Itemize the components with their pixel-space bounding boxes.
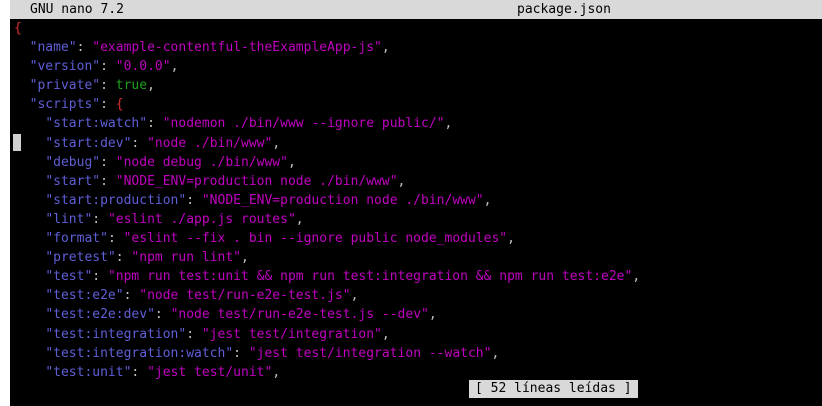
code-line: "pretest": "npm run lint", bbox=[45, 250, 249, 266]
json-value: "npm run lint" bbox=[131, 250, 241, 266]
code-line: "test:unit": "jest test/unit", bbox=[45, 364, 281, 380]
json-key: "start:production" bbox=[45, 192, 187, 208]
code-line: "format": "eslint --fix . bin --ignore p… bbox=[45, 231, 515, 247]
json-value: "node test/run-e2e-test.js" bbox=[139, 288, 351, 304]
code-line: { bbox=[10, 19, 822, 38]
code-line: "test": "npm run test:unit && npm run te… bbox=[45, 269, 641, 285]
shortcut-item[interactable] bbox=[398, 400, 416, 406]
code-line: "test:integration": "jest test/integrati… bbox=[45, 326, 390, 342]
json-key: "name" bbox=[29, 40, 77, 56]
json-key: "start" bbox=[45, 173, 101, 189]
json-key: "version" bbox=[29, 59, 101, 75]
code-line: "scripts": { bbox=[29, 97, 124, 113]
json-key: "test" bbox=[45, 269, 93, 285]
shortcut-item[interactable] bbox=[658, 400, 676, 406]
json-key: "private" bbox=[29, 78, 101, 94]
json-value: "node ./bin/www" bbox=[147, 135, 273, 151]
code-line: "name": "example-contentful-theExampleAp… bbox=[29, 40, 390, 56]
shortcut-item[interactable] bbox=[268, 400, 286, 406]
code-line: "test:e2e": "node test/run-e2e-test.js", bbox=[45, 288, 359, 304]
open-brace: { bbox=[14, 21, 22, 36]
json-key: "test:e2e:dev" bbox=[45, 307, 155, 323]
status-message: [ 52 líneas leídas ] bbox=[469, 380, 638, 398]
nano-title-bar: GNU nano 7.2 package.json bbox=[10, 0, 822, 19]
json-value: "eslint --fix . bin --ignore public node… bbox=[123, 231, 508, 247]
app-version-label: GNU nano 7.2 bbox=[30, 2, 124, 17]
json-value: "node test/run-e2e-test.js --dev" bbox=[170, 307, 429, 323]
json-key: "debug" bbox=[45, 154, 101, 170]
json-value: "jest test/integration --watch" bbox=[248, 345, 492, 361]
json-value: "0.0.0" bbox=[115, 59, 171, 75]
json-key: "pretest" bbox=[45, 250, 116, 266]
code-line: "start:dev": "node ./bin/www", bbox=[45, 135, 281, 151]
json-key: "test:integration:watch" bbox=[45, 345, 234, 361]
json-value: "npm run test:unit && npm run test:integ… bbox=[107, 269, 633, 285]
json-key: "start:watch" bbox=[45, 116, 148, 132]
json-key: "scripts" bbox=[29, 97, 101, 113]
code-line: "start:production": "NODE_ENV=production… bbox=[45, 192, 492, 208]
code-line: "debug": "node debug ./bin/www", bbox=[45, 154, 296, 170]
json-key: "test:integration" bbox=[45, 326, 187, 342]
text-cursor bbox=[13, 134, 21, 151]
shortcut-bar bbox=[10, 400, 822, 406]
json-key: "start:dev" bbox=[45, 135, 132, 151]
shortcut-item[interactable] bbox=[10, 400, 28, 406]
editor-area[interactable]: { "name": "example-contentful-theExample… bbox=[10, 19, 822, 382]
shortcut-item[interactable] bbox=[138, 400, 156, 406]
json-value: "NODE_ENV=production node ./bin/www" bbox=[201, 192, 484, 208]
json-value: "nodemon ./bin/www --ignore public/" bbox=[162, 116, 445, 132]
shortcut-item[interactable] bbox=[528, 400, 546, 406]
json-value: "eslint ./app.js routes" bbox=[107, 211, 296, 227]
code-line: "test:integration:watch": "jest test/int… bbox=[45, 345, 500, 361]
json-value: "jest test/unit" bbox=[147, 364, 273, 380]
json-key: "test:e2e" bbox=[45, 288, 124, 304]
json-value: true bbox=[115, 78, 148, 94]
code-line: "private": true, bbox=[29, 78, 155, 94]
code-line: "lint": "eslint ./app.js routes", bbox=[45, 211, 304, 227]
json-value: "jest test/integration" bbox=[201, 326, 382, 342]
json-value: "node debug ./bin/www" bbox=[115, 154, 288, 170]
code-line: "start:watch": "nodemon ./bin/www --igno… bbox=[45, 116, 453, 132]
code-line: "version": "0.0.0", bbox=[29, 59, 179, 75]
scripts-open-brace: { bbox=[115, 97, 124, 113]
json-key: "format" bbox=[45, 231, 108, 247]
json-key: "test:unit" bbox=[45, 364, 132, 380]
code-line: "start": "NODE_ENV=production node ./bin… bbox=[45, 173, 406, 189]
json-value: "NODE_ENV=production node ./bin/www" bbox=[115, 173, 398, 189]
json-key: "lint" bbox=[45, 211, 93, 227]
terminal-window: GNU nano 7.2 package.json { "name": "exa… bbox=[10, 0, 822, 406]
shortcut-item[interactable] bbox=[782, 400, 800, 406]
file-name-label: package.json bbox=[517, 2, 611, 17]
code-line: "test:e2e:dev": "node test/run-e2e-test.… bbox=[45, 307, 437, 323]
json-value: "example-contentful-theExampleApp-js" bbox=[92, 40, 382, 56]
